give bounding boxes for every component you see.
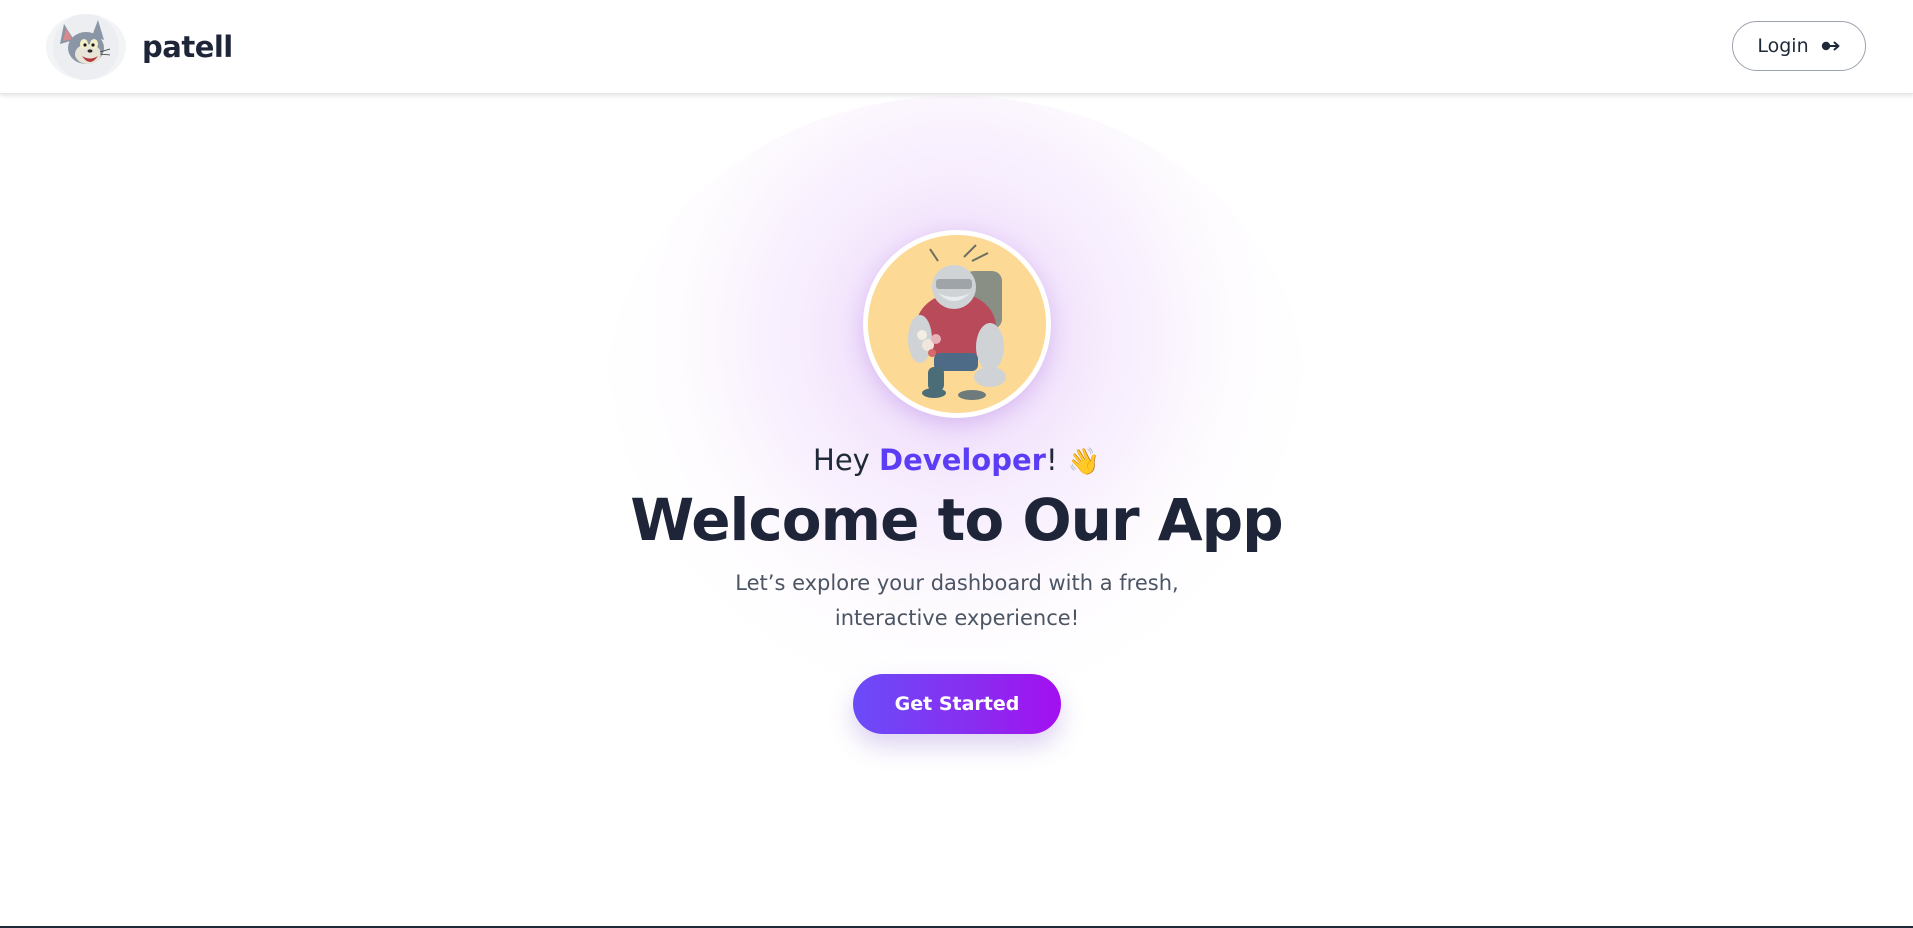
greeting-suffix: ! (1045, 443, 1058, 477)
landing-page: patell Login Hey Developer! 👋 Welcome to… (0, 0, 1913, 928)
cat-logo-icon (46, 14, 126, 80)
sign-in-icon (1821, 39, 1841, 53)
greeting-text: Hey Developer! 👋 (0, 443, 1913, 477)
get-started-button[interactable]: Get Started (853, 674, 1061, 734)
waving-hand-icon: 👋 (1067, 447, 1100, 477)
login-button[interactable]: Login (1732, 21, 1866, 71)
top-navbar: patell Login (0, 0, 1913, 94)
brand-name: patell (142, 30, 233, 64)
greeting-prefix: Hey (813, 443, 880, 477)
character-avatar (863, 230, 1051, 418)
greeting-name: Developer (879, 443, 1046, 477)
get-started-label: Get Started (894, 693, 1020, 715)
page-title: Welcome to Our App (630, 486, 1283, 554)
login-label: Login (1757, 35, 1809, 57)
brand[interactable]: patell (46, 14, 233, 80)
hero-subtitle: Let’s explore your dashboard with a fres… (735, 571, 1179, 630)
hero-section: Hey Developer! 👋 Welcome to Our App Let’s… (0, 0, 1913, 928)
